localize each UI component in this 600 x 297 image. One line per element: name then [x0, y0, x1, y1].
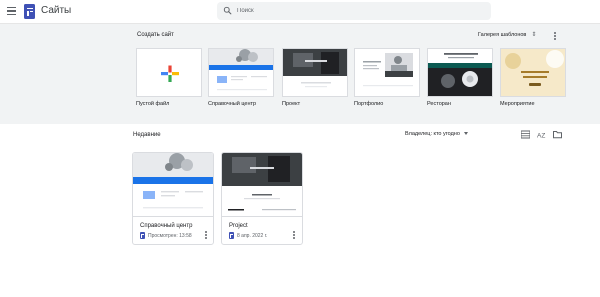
template-project[interactable]: Проект: [282, 48, 348, 107]
svg-text:AZ: AZ: [537, 133, 545, 140]
template-event[interactable]: Мероприятие: [500, 48, 566, 107]
template-label: Справочный центр: [208, 101, 257, 107]
site-meta: Просмотрен: 13:58: [140, 232, 192, 239]
template-gallery-label: Галерея шаблонов: [478, 32, 527, 38]
sites-file-icon: [140, 232, 145, 239]
search-input[interactable]: [237, 4, 477, 18]
template-label: Ресторан: [427, 101, 451, 107]
more-vert-icon[interactable]: [204, 231, 207, 240]
sort-az-icon[interactable]: AZ: [537, 130, 546, 140]
create-site-label: Создать сайт: [137, 32, 174, 38]
site-meta: 8 апр. 2022 г.: [229, 232, 267, 239]
site-name: Project: [229, 223, 248, 229]
template-thumbnail[interactable]: [500, 48, 566, 97]
template-label: Портфолио: [354, 101, 384, 107]
owner-filter-label: Владелец: кто угодно: [405, 131, 460, 137]
template-blank[interactable]: Пустой файл: [136, 48, 202, 107]
dropdown-arrow-icon: [463, 132, 468, 136]
template-gallery: Создать сайт Галерея шаблонов ⇕ Пустой фа…: [0, 24, 600, 124]
template-help-center[interactable]: Справочный центр: [208, 48, 274, 107]
site-date: 8 апр. 2022 г.: [237, 232, 268, 239]
more-vert-icon[interactable]: [292, 231, 295, 240]
recent-title: Недавние: [133, 132, 161, 138]
sites-file-icon: [229, 232, 234, 239]
help-center-preview: [209, 49, 273, 91]
restaurant-preview: [428, 53, 492, 96]
help-center-preview: [133, 153, 213, 209]
hamburger-menu-icon[interactable]: [7, 7, 16, 16]
list-view-icon[interactable]: [521, 130, 530, 139]
template-thumbnail[interactable]: [136, 48, 202, 97]
more-vert-icon[interactable]: [553, 32, 556, 41]
site-date: Просмотрен: 13:58: [148, 232, 192, 239]
unfold-icon: ⇕: [531, 32, 537, 38]
template-thumbnail[interactable]: [427, 48, 493, 97]
owner-filter[interactable]: Владелец: кто угодно: [405, 131, 468, 137]
template-label: Пустой файл: [136, 101, 170, 107]
google-sites-logo-icon[interactable]: [24, 4, 35, 19]
template-gallery-toggle[interactable]: Галерея шаблонов ⇕: [478, 31, 536, 38]
folder-icon[interactable]: [553, 130, 562, 139]
template-thumbnail[interactable]: [354, 48, 420, 97]
template-portfolio[interactable]: Портфолио: [354, 48, 420, 107]
event-preview: [501, 49, 565, 96]
search-icon[interactable]: [223, 6, 232, 15]
plus-icon: [161, 65, 179, 82]
app-title: Сайты: [41, 5, 72, 16]
project-preview: [222, 153, 302, 211]
top-app-bar: Сайты: [0, 0, 600, 24]
site-thumbnail[interactable]: [133, 153, 213, 217]
site-thumbnail[interactable]: [222, 153, 302, 217]
recent-site-card[interactable]: Справочный центр Просмотрен: 13:58: [132, 152, 214, 245]
search-bar[interactable]: [217, 2, 491, 20]
template-label: Проект: [282, 101, 301, 107]
template-restaurant[interactable]: Ресторан: [427, 48, 493, 107]
recent-site-card[interactable]: Project 8 апр. 2022 г.: [221, 152, 303, 245]
site-name: Справочный центр: [140, 223, 193, 229]
template-label: Мероприятие: [500, 101, 535, 107]
template-thumbnail[interactable]: [282, 48, 348, 97]
template-thumbnail[interactable]: [208, 48, 274, 97]
portfolio-preview: [363, 53, 413, 87]
project-preview: [283, 49, 347, 88]
